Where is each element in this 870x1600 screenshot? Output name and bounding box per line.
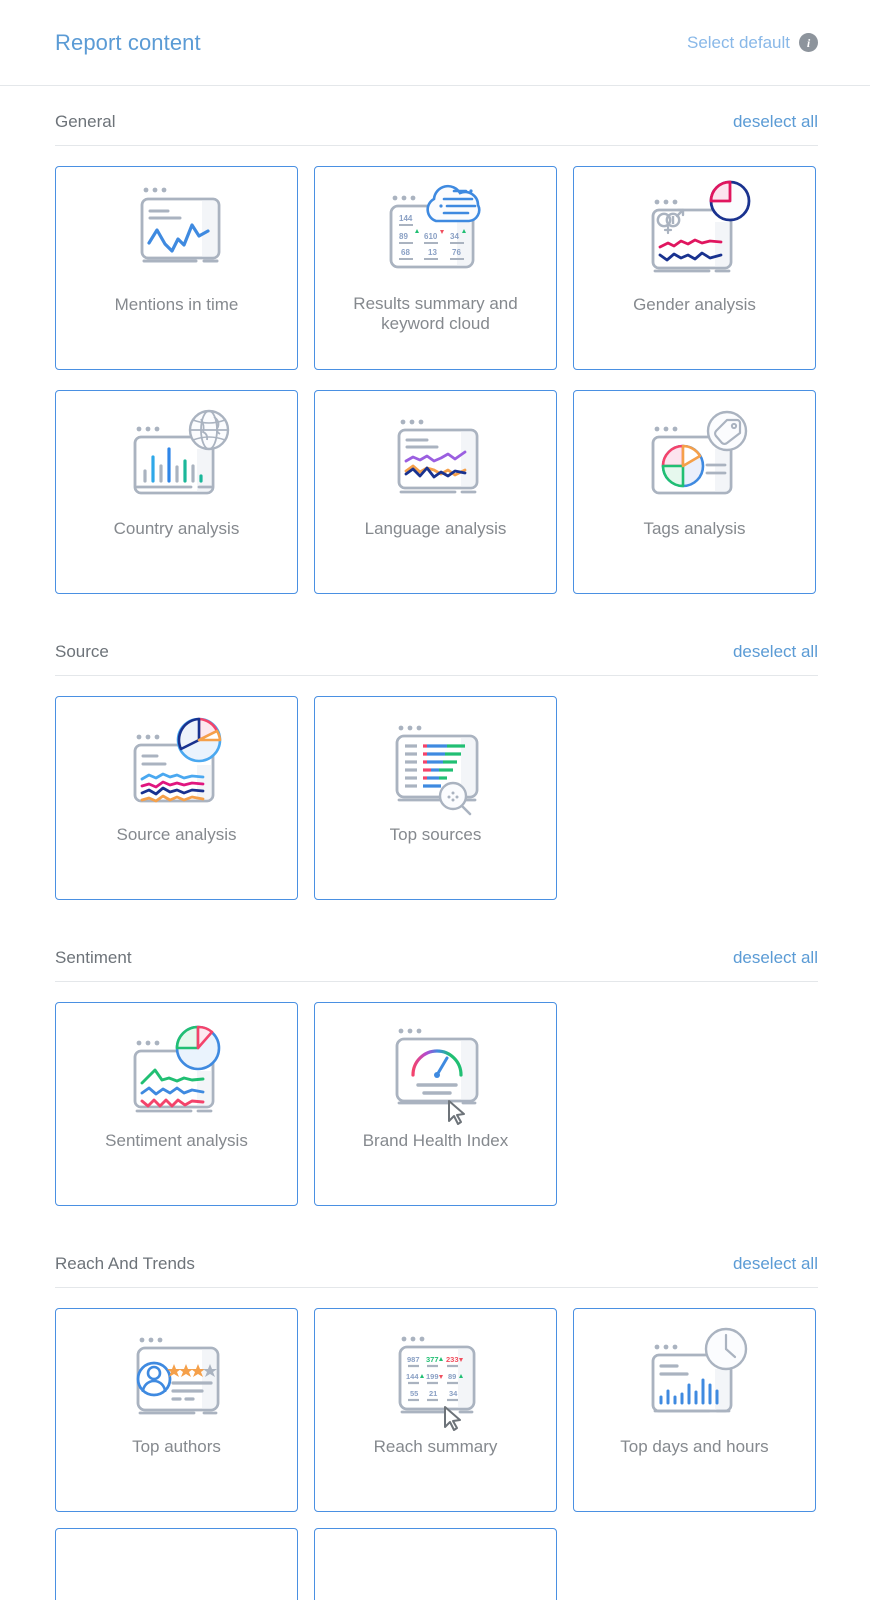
svg-text:89: 89 — [448, 1372, 456, 1381]
multi-line-chart-icon — [315, 391, 556, 519]
card-label: Mentions in time — [114, 295, 239, 314]
section-header-source: Source deselect all — [55, 616, 818, 662]
card-country-analysis[interactable]: Country analysis — [55, 390, 298, 594]
sections-container: General deselect all Mentions in time 14… — [0, 86, 870, 1600]
page-title: Report content — [55, 29, 201, 55]
card-sentiment-analysis[interactable]: Sentiment analysis — [55, 1002, 298, 1206]
card-top-sources[interactable]: Top sources — [314, 696, 557, 900]
section-divider-source — [55, 675, 818, 676]
section-header-reach-and-trends: Reach And Trends deselect all — [55, 1228, 818, 1274]
globe-bars-icon — [56, 391, 297, 519]
ranked-bars-search-icon — [315, 697, 556, 825]
page-header: Report content Select default i — [0, 0, 870, 86]
svg-text:144: 144 — [406, 1372, 419, 1381]
section-header-sentiment: Sentiment deselect all — [55, 922, 818, 968]
svg-text:610: 610 — [424, 232, 438, 241]
section-divider-sentiment — [55, 981, 818, 982]
svg-text:987: 987 — [407, 1355, 420, 1364]
card-label: Source analysis — [116, 825, 237, 844]
card-grid-sentiment: Sentiment analysis Brand Health Index — [55, 1002, 818, 1206]
svg-text:377: 377 — [426, 1355, 439, 1364]
section-title-sentiment: Sentiment — [55, 948, 132, 967]
section-general: General deselect all Mentions in time 14… — [55, 86, 818, 594]
card-label: Sentiment analysis — [105, 1131, 248, 1150]
card-label: Brand Health Index — [362, 1131, 509, 1150]
deselect-all-reach-and-trends[interactable]: deselect all — [733, 1254, 818, 1274]
deselect-all-general[interactable]: deselect all — [733, 112, 818, 132]
select-default-group[interactable]: Select default i — [687, 33, 818, 53]
deselect-all-source[interactable]: deselect all — [733, 642, 818, 662]
card-label: Top days and hours — [620, 1437, 769, 1456]
section-reach-and-trends: Reach And Trends deselect all Top author… — [55, 1228, 818, 1600]
gender-pie-icon — [574, 167, 815, 295]
gauge-icon — [315, 1003, 556, 1131]
card-gender-analysis[interactable]: Gender analysis — [573, 166, 816, 370]
section-source: Source deselect all Source analysis Top … — [55, 616, 818, 900]
clock-bars-icon — [574, 1309, 815, 1437]
card-label: Results summary and keyword cloud — [353, 294, 518, 333]
section-divider-reach-and-trends — [55, 1287, 818, 1288]
author-stars-icon — [56, 1309, 297, 1437]
card-label: Reach summary — [373, 1437, 498, 1456]
card-reach-summary[interactable]: 987 377 233 144 199 89 55 21 34 Reach su… — [314, 1308, 557, 1512]
card-language-analysis[interactable]: Language analysis — [314, 390, 557, 594]
info-icon[interactable]: i — [799, 33, 818, 52]
svg-text:89: 89 — [399, 232, 408, 241]
section-title-general: General — [55, 112, 116, 131]
card-next-row-partial-2[interactable] — [314, 1528, 557, 1600]
card-label: Gender analysis — [633, 295, 756, 314]
reach-stats-icon: 987 377 233 144 199 89 55 21 34 — [315, 1309, 556, 1437]
card-mentions-in-time[interactable]: Mentions in time — [55, 166, 298, 370]
svg-text:233: 233 — [446, 1355, 459, 1364]
card-grid-reach-and-trends-row2 — [55, 1528, 818, 1600]
card-label: Language analysis — [364, 519, 507, 538]
section-divider-general — [55, 145, 818, 146]
card-tags-analysis[interactable]: Tags analysis — [573, 390, 816, 594]
section-sentiment: Sentiment deselect all Sentiment analysi… — [55, 922, 818, 1206]
card-label: Top authors — [132, 1437, 221, 1456]
section-header-general: General deselect all — [55, 86, 818, 132]
section-title-source: Source — [55, 642, 109, 661]
line-chart-window-icon — [56, 167, 297, 295]
card-results-summary-and-keyword-cloud[interactable]: 144 89 610 34 68 13 76 Results summary a… — [314, 166, 557, 370]
card-top-authors[interactable]: Top authors — [55, 1308, 298, 1512]
card-top-days-and-hours[interactable]: Top days and hours — [573, 1308, 816, 1512]
card-label: Tags analysis — [643, 519, 746, 538]
section-title-reach-and-trends: Reach And Trends — [55, 1254, 195, 1273]
svg-text:34: 34 — [449, 1389, 458, 1398]
card-next-row-partial-1[interactable] — [55, 1528, 298, 1600]
card-grid-reach-and-trends: Top authors 987 377 233 144 199 89 55 21… — [55, 1308, 818, 1512]
svg-text:68: 68 — [401, 248, 410, 257]
card-grid-general-row2: Country analysis Language analysis Tags … — [55, 390, 818, 594]
card-grid-source: Source analysis Top sources — [55, 696, 818, 900]
select-default-link[interactable]: Select default — [687, 33, 790, 53]
svg-text:55: 55 — [410, 1389, 418, 1398]
svg-text:34: 34 — [450, 232, 459, 241]
card-label: Country analysis — [113, 519, 240, 538]
svg-text:76: 76 — [452, 248, 461, 257]
svg-text:13: 13 — [428, 248, 437, 257]
card-grid-general: Mentions in time 144 89 610 34 68 13 76 … — [55, 166, 818, 370]
deselect-all-sentiment[interactable]: deselect all — [733, 948, 818, 968]
svg-text:21: 21 — [429, 1389, 437, 1398]
pie-lines-icon — [56, 697, 297, 825]
card-brand-health-index[interactable]: Brand Health Index — [314, 1002, 557, 1206]
tag-pie-icon — [574, 391, 815, 519]
svg-text:144: 144 — [399, 214, 413, 223]
stats-cloud-icon: 144 89 610 34 68 13 76 — [315, 167, 556, 295]
svg-text:199: 199 — [426, 1372, 439, 1381]
report-content-page: Report content Select default i General … — [0, 0, 870, 1600]
card-source-analysis[interactable]: Source analysis — [55, 696, 298, 900]
sentiment-pie-lines-icon — [56, 1003, 297, 1131]
card-label: Top sources — [389, 825, 482, 844]
